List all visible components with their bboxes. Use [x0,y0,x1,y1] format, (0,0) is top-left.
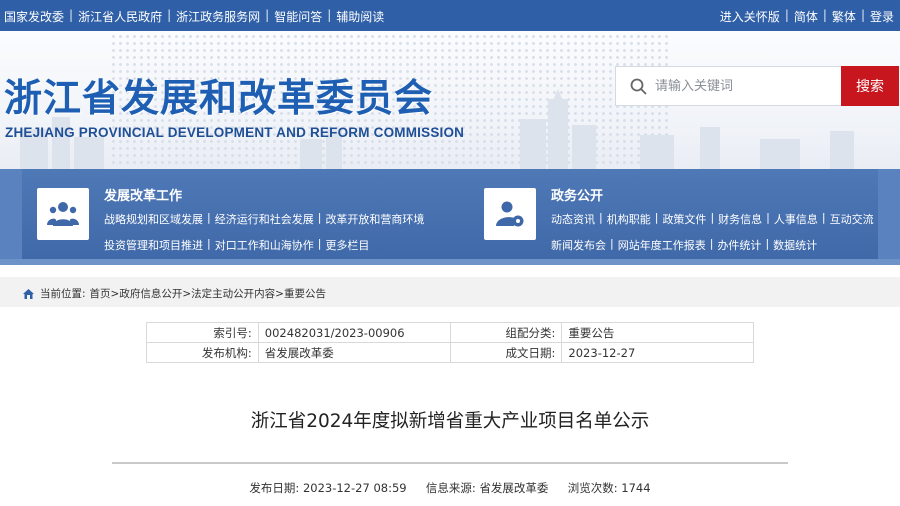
breadcrumb-statutory[interactable]: 法定主动公开内容 [191,286,275,301]
view-count-label: 浏览次数: [567,481,618,495]
user-gear-icon[interactable] [484,188,536,240]
nav-link[interactable]: 财务信息 [718,211,762,227]
top-links-right: 进入关怀版 | 简体 | 繁体 | 登录 [720,8,894,25]
meta-key-publisher: 发布机构: [146,342,259,363]
divider: | [822,8,827,22]
top-links-left: 国家发改委 | 浙江省人民政府 | 浙江政务服务网 | 智能问答 | 辅助阅读 [4,8,384,25]
nav-link-row: 新闻发布会 | 网站年度工作报表 | 办件统计 | 数据统计 [551,237,817,253]
nav-link[interactable]: 动态资讯 [551,211,595,227]
nav-link[interactable]: 互动交流 [830,211,874,227]
nav-link[interactable]: 经济运行和社会发展 [215,211,314,227]
nav-link[interactable]: 更多栏目 [325,237,369,253]
link-simplified[interactable]: 简体 [794,8,818,25]
divider: | [784,8,789,22]
nav-link[interactable]: 数据统计 [773,237,817,253]
search-bar: 搜索 [615,66,899,106]
breadcrumb-separator: > [275,287,284,300]
article-info-line: 发布日期: 2023-12-27 08:59 信息来源: 省发展改革委 浏览次数… [0,480,900,496]
divider: | [167,8,172,22]
table-row: 索引号: 002482031/2023-00906 组配分类: 重要公告 [146,322,754,343]
link-zj-gov[interactable]: 浙江省人民政府 [78,8,162,25]
nav-link[interactable]: 机构职能 [607,211,651,227]
meta-value-index: 002482031/2023-00906 [257,322,451,343]
nav-link[interactable]: 战略规划和区域发展 [104,211,203,227]
table-row: 发布机构: 省发展改革委 成文日期: 2023-12-27 [146,342,754,363]
meta-value-date: 2023-12-27 [561,342,754,363]
divider: | [317,211,322,224]
search-button[interactable]: 搜索 [841,66,899,106]
link-assist-read[interactable]: 辅助阅读 [336,8,384,25]
source-label: 信息来源: [425,481,476,495]
breadcrumb-separator: > [110,287,120,300]
divider: | [860,8,865,22]
nav-link-row: 投资管理和项目推进 | 对口工作和山海协作 | 更多栏目 [104,237,369,253]
link-care-mode[interactable]: 进入关怀版 [720,8,780,25]
divider: | [766,211,770,224]
breadcrumb-label: 当前位置: [40,288,86,300]
source-value: 省发展改革委 [479,481,549,495]
link-login[interactable]: 登录 [870,8,894,25]
divider: | [599,211,603,224]
site-header: 浙江省发展和改革委员会 ZHEJIANG PROVINCIAL DEVELOPM… [0,31,900,169]
nav-link[interactable]: 政策文件 [662,211,706,227]
meta-key-category: 组配分类: [449,322,563,343]
meta-key-index: 索引号: [146,322,259,343]
divider: | [765,237,770,250]
publish-date-value: 2023-12-27 08:59 [302,481,407,495]
site-title-english: ZHEJIANG PROVINCIAL DEVELOPMENT AND REFO… [5,125,465,140]
link-smart-qa[interactable]: 智能问答 [274,8,322,25]
nav-block-title[interactable]: 政务公开 [551,185,603,204]
meta-value-publisher: 省发展改革委 [257,342,451,363]
breadcrumb: 当前位置: 首页 > 政府信息公开 > 法定主动公开内容 > 重要公告 [0,277,900,307]
nav-link[interactable]: 投资管理和项目推进 [104,237,203,253]
nav-edge-decoration [0,169,22,265]
view-count-value: 1744 [621,481,651,495]
breadcrumb-announcements[interactable]: 重要公告 [284,286,326,301]
link-ndrc[interactable]: 国家发改委 [4,8,64,25]
publish-date-label: 发布日期: [249,481,300,495]
home-icon [23,288,34,299]
divider: | [207,237,211,250]
site-title[interactable]: 浙江省发展和改革委员会 [4,67,433,122]
article-title: 浙江省2024年度拟新增省重大产业项目名单公示 [250,411,650,432]
divider: | [265,8,270,22]
link-zj-service[interactable]: 浙江政务服务网 [176,8,260,25]
main-nav-panel: 发展改革工作 战略规划和区域发展 | 经济运行和社会发展 | 改革开放和营商环境 投… [0,169,900,265]
divider: | [610,237,614,250]
meta-value-category: 重要公告 [561,322,754,343]
search-box [615,66,841,106]
divider: | [710,211,715,224]
nav-link[interactable]: 人事信息 [774,211,818,227]
nav-link[interactable]: 改革开放和营商环境 [325,211,424,227]
top-utility-bar: 国家发改委 | 浙江省人民政府 | 浙江政务服务网 | 智能问答 | 辅助阅读 … [0,0,900,31]
link-traditional[interactable]: 繁体 [832,8,856,25]
divider: | [207,211,211,224]
meta-key-date: 成文日期: [449,342,563,363]
divider: | [821,211,826,224]
divider: | [709,237,714,250]
nav-link[interactable]: 对口工作和山海协作 [215,237,314,253]
nav-edge-decoration [878,169,900,265]
breadcrumb-gov-info[interactable]: 政府信息公开 [119,286,182,301]
divider: | [69,8,74,22]
nav-link-row: 动态资讯 | 机构职能 | 政策文件 | 财务信息 | 人事信息 | 互动交流 [551,211,874,227]
divider: | [654,211,659,224]
breadcrumb-separator: > [182,287,192,300]
divider: | [317,237,322,250]
search-input[interactable] [655,78,825,94]
document-meta-table: 索引号: 002482031/2023-00906 组配分类: 重要公告 发布机… [146,322,754,363]
nav-link[interactable]: 办件统计 [717,237,761,253]
nav-block-title[interactable]: 发展改革工作 [104,185,182,204]
people-group-icon[interactable] [37,188,89,240]
breadcrumb-home[interactable]: 首页 [90,286,111,301]
nav-bottom-bar [0,259,900,265]
search-icon [630,78,647,94]
nav-link[interactable]: 新闻发布会 [551,237,606,253]
nav-link-row: 战略规划和区域发展 | 经济运行和社会发展 | 改革开放和营商环境 [104,211,424,227]
nav-link[interactable]: 网站年度工作报表 [618,237,706,253]
article-divider [112,462,788,464]
divider: | [327,8,332,22]
